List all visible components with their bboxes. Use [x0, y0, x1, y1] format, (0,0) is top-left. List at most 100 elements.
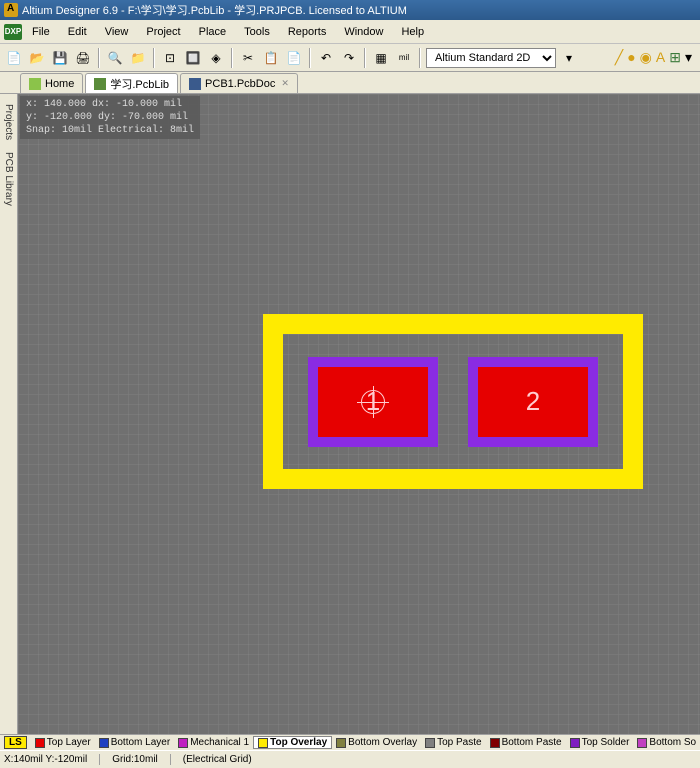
zoom-select-button[interactable]: ◈ — [206, 48, 226, 68]
more-tools-icon[interactable]: ▾ — [685, 49, 692, 66]
layer-tab-label: Top Solder — [582, 737, 630, 748]
layer-tab-label: Top Paste — [437, 737, 481, 748]
place-line-icon[interactable]: ╱ — [615, 49, 623, 66]
pad-1-copper: 1 — [318, 367, 428, 437]
layer-tabs-bar: LS Top Layer Bottom Layer Mechanical 1 Top … — [0, 734, 700, 750]
pcbdoc-icon — [189, 78, 201, 90]
layer-color-swatch — [637, 738, 647, 748]
dxp-menu-icon[interactable]: DXP — [4, 24, 22, 40]
layer-tab-label: Bottom Paste — [502, 737, 562, 748]
print-button[interactable]: 🖨 — [73, 48, 93, 68]
units-button[interactable]: mil — [394, 48, 414, 68]
pad-1-designator: 1 — [366, 386, 380, 417]
close-icon[interactable]: ✕ — [281, 78, 289, 89]
status-grid: Grid:10mil — [112, 754, 171, 765]
separator — [309, 48, 311, 68]
zoom-fit-button[interactable]: ⊡ — [160, 48, 180, 68]
layer-color-swatch — [178, 738, 188, 748]
projects-panel-tab[interactable]: Projects — [1, 98, 16, 146]
main-area: Projects PCB Library x: 140.000 dx: -10.… — [0, 94, 700, 734]
app-icon — [4, 3, 18, 17]
separator — [153, 48, 155, 68]
new-file-button[interactable]: 📄 — [4, 48, 24, 68]
top-overlay-outline[interactable]: 1 2 — [263, 314, 643, 489]
layer-tab-label: Top Overlay — [270, 737, 327, 748]
layer-tab-mechanical-1[interactable]: Mechanical 1 — [174, 736, 253, 749]
menu-edit[interactable]: Edit — [60, 24, 95, 40]
separator — [231, 48, 233, 68]
layer-color-swatch — [35, 738, 45, 748]
document-tabs: Home 学习.PcbLib PCB1.PcbDoc ✕ — [0, 72, 700, 94]
coord-y-line: y: -120.000 dy: -70.000 mil — [26, 111, 194, 124]
status-coordinates: X:140mil Y:-120mil — [4, 754, 100, 765]
pcb-canvas[interactable]: x: 140.000 dx: -10.000 mil y: -120.000 d… — [18, 94, 700, 734]
layer-color-swatch — [425, 738, 435, 748]
layer-tab-top-layer[interactable]: Top Layer — [31, 736, 95, 749]
right-toolbar: ╱ ● ◉ A ⊞ ▾ — [615, 49, 692, 66]
tab-pcbdoc[interactable]: PCB1.PcbDoc ✕ — [180, 73, 298, 93]
layer-tab-top-paste[interactable]: Top Paste — [421, 736, 485, 749]
layer-tab-bottom-paste[interactable]: Bottom Paste — [486, 736, 566, 749]
layer-tab-top-overlay[interactable]: Top Overlay — [253, 736, 332, 749]
layer-tab-bottom-overlay[interactable]: Bottom Overlay — [332, 736, 421, 749]
open-project-button[interactable]: 📁 — [128, 48, 148, 68]
left-panel-tabs: Projects PCB Library — [0, 94, 18, 734]
layer-tab-label: Bottom Solder — [649, 737, 696, 748]
layer-color-swatch — [336, 738, 346, 748]
menu-reports[interactable]: Reports — [280, 24, 335, 40]
home-icon — [29, 78, 41, 90]
open-file-button[interactable]: 📂 — [27, 48, 47, 68]
tab-pcblib-label: 学习.PcbLib — [110, 76, 169, 92]
preview-button[interactable]: 🔍 — [105, 48, 125, 68]
pcblib-icon — [94, 78, 106, 90]
menu-help[interactable]: Help — [393, 24, 432, 40]
separator — [98, 48, 100, 68]
layer-tab-label: Bottom Layer — [111, 737, 170, 748]
menu-project[interactable]: Project — [138, 24, 188, 40]
coordinate-readout: x: 140.000 dx: -10.000 mil y: -120.000 d… — [20, 96, 200, 139]
pad-2[interactable]: 2 — [468, 357, 598, 447]
save-button[interactable]: 💾 — [50, 48, 70, 68]
pad-2-copper: 2 — [478, 367, 588, 437]
layer-tab-label: Bottom Overlay — [348, 737, 417, 748]
main-toolbar: 📄 📂 💾 🖨 🔍 📁 ⊡ 🔲 ◈ ✂ 📋 📄 ↶ ↷ ▦ mil Altium… — [0, 44, 700, 72]
place-component-icon[interactable]: ⊞ — [669, 49, 681, 66]
layer-tab-label: Top Layer — [47, 737, 91, 748]
copy-button[interactable]: 📋 — [261, 48, 281, 68]
layer-set-button[interactable]: LS — [4, 736, 27, 749]
coord-snap-line: Snap: 10mil Electrical: 8mil — [26, 124, 194, 137]
paste-button[interactable]: 📄 — [284, 48, 304, 68]
layer-color-swatch — [570, 738, 580, 748]
status-mode: (Electrical Grid) — [183, 754, 252, 765]
window-title: Altium Designer 6.9 - F:\学习\学习.PcbLib - … — [22, 2, 407, 18]
menu-file[interactable]: File — [24, 24, 58, 40]
zoom-area-button[interactable]: 🔲 — [183, 48, 203, 68]
place-via-icon[interactable]: ◉ — [640, 49, 652, 66]
view-dropdown-button[interactable]: ▾ — [559, 48, 579, 68]
pcblibrary-panel-tab[interactable]: PCB Library — [1, 146, 16, 212]
place-string-icon[interactable]: A — [656, 49, 665, 66]
menu-bar: DXP File Edit View Project Place Tools R… — [0, 20, 700, 44]
pad-2-designator: 2 — [526, 386, 540, 417]
menu-window[interactable]: Window — [336, 24, 391, 40]
menu-place[interactable]: Place — [191, 24, 235, 40]
cut-button[interactable]: ✂ — [238, 48, 258, 68]
place-pad-icon[interactable]: ● — [627, 49, 635, 66]
grid-button[interactable]: ▦ — [371, 48, 391, 68]
menu-view[interactable]: View — [97, 24, 137, 40]
undo-button[interactable]: ↶ — [316, 48, 336, 68]
layer-tab-bottom-solder[interactable]: Bottom Solder — [633, 736, 696, 749]
tab-home[interactable]: Home — [20, 73, 83, 93]
status-bar: X:140mil Y:-120mil Grid:10mil (Electrica… — [0, 750, 700, 768]
menu-tools[interactable]: Tools — [236, 24, 278, 40]
layer-color-swatch — [258, 738, 268, 748]
pad-1[interactable]: 1 — [308, 357, 438, 447]
redo-button[interactable]: ↷ — [339, 48, 359, 68]
layer-tab-label: Mechanical 1 — [190, 737, 249, 748]
view-mode-select[interactable]: Altium Standard 2D — [426, 48, 556, 68]
layer-tab-top-solder[interactable]: Top Solder — [566, 736, 634, 749]
tab-pcbdoc-label: PCB1.PcbDoc — [205, 78, 275, 90]
layer-tab-bottom-layer[interactable]: Bottom Layer — [95, 736, 174, 749]
coord-x-line: x: 140.000 dx: -10.000 mil — [26, 98, 194, 111]
tab-pcblib[interactable]: 学习.PcbLib — [85, 73, 178, 93]
